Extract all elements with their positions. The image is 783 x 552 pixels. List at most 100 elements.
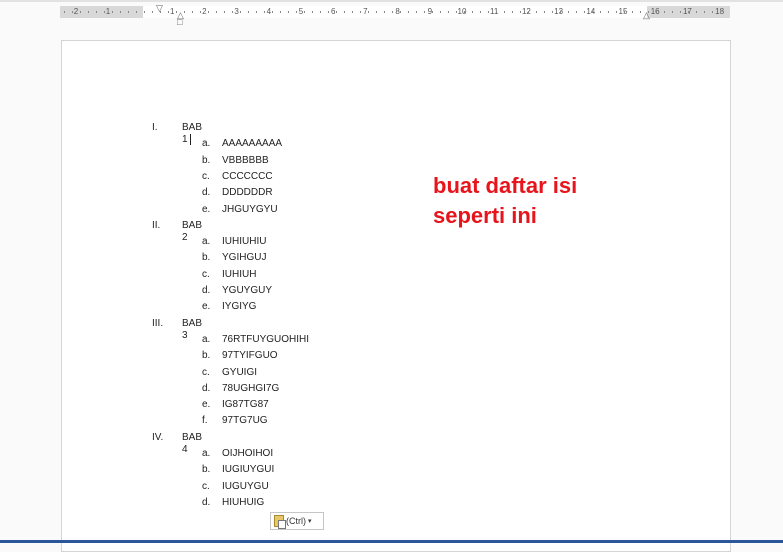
ruler-tick [648, 11, 649, 13]
ruler-number: 4 [266, 7, 272, 16]
ruler-tick [456, 11, 457, 13]
ruler-tick [112, 11, 113, 13]
ruler-tick [512, 11, 513, 13]
ruler-tick [432, 11, 433, 13]
item-letter: d. [202, 496, 211, 508]
ruler-number: 7 [363, 7, 368, 16]
ruler-tick [88, 11, 89, 13]
item-letter: b. [202, 154, 211, 166]
annotation-line-1: buat daftar isi [433, 173, 578, 198]
ruler-tick [96, 11, 97, 13]
ruler-number: 15 [618, 7, 628, 16]
item-text: 97TYIFGUO [222, 350, 278, 362]
ruler-tick [272, 11, 273, 13]
ruler-tick [528, 11, 529, 13]
item-text: CCCCCCC [222, 170, 273, 182]
item-text: YGUYGUY [222, 285, 273, 296]
ruler-tick [384, 11, 385, 13]
ruler-tick [368, 11, 369, 13]
ruler-tick [472, 11, 473, 13]
ruler-tick [712, 11, 713, 13]
ruler-tick [536, 11, 537, 13]
item-text: 76RTFUYGUOHIHI [222, 333, 310, 345]
ruler-number: 5 [298, 7, 304, 16]
ruler-tick [600, 11, 601, 13]
ruler-number: 14 [586, 7, 596, 16]
ruler-tick [336, 11, 337, 13]
ruler-tick [584, 11, 585, 13]
ruler-tick [248, 11, 249, 13]
ruler-tick [160, 11, 161, 13]
text-cursor [189, 134, 191, 145]
ruler-tick [304, 11, 305, 13]
item-text: OIJHOIHOI [222, 448, 274, 459]
heading-text: BAB 2 [182, 219, 203, 243]
ruler-number: 1 [105, 7, 111, 16]
item-letter: d. [202, 187, 211, 199]
ruler-tick [608, 11, 609, 13]
ruler-tick [464, 11, 465, 13]
ruler-tick [680, 11, 681, 13]
item-letter: f. [202, 415, 208, 427]
heading-text: BAB 4 [182, 431, 203, 455]
item-letter: a. [202, 236, 211, 248]
paste-options-button[interactable]: (Ctrl) ▾ [270, 512, 324, 530]
item-letter: c. [202, 268, 210, 280]
ruler-tick [624, 11, 625, 13]
ruler-number: 12 [521, 7, 531, 16]
ruler-tick [136, 11, 137, 13]
heading-text: BAB 1 [182, 122, 203, 146]
ruler-tick [280, 11, 281, 13]
ruler-tick [120, 11, 121, 13]
ruler-tick [296, 11, 297, 13]
ruler-tick [328, 11, 329, 13]
ruler-tick [640, 11, 641, 13]
ruler-tick [552, 11, 553, 13]
document-page[interactable] [61, 40, 731, 552]
item-letter: e. [202, 399, 211, 411]
ruler-number: 2 [73, 7, 79, 16]
ruler-tick [720, 11, 721, 13]
ruler-tick [480, 11, 481, 13]
ruler-number: 1 [169, 7, 175, 16]
item-letter: a. [202, 448, 211, 459]
roman-numeral: II. [152, 219, 161, 231]
ruler-tick [320, 11, 321, 13]
ruler-tick [400, 11, 401, 13]
ruler-tick [80, 11, 81, 13]
item-letter: b. [202, 350, 211, 362]
item-text: DDDDDDR [222, 187, 273, 199]
clipboard-icon [274, 515, 286, 529]
window-top-border [0, 0, 783, 2]
item-text: IG87TG87 [222, 399, 269, 411]
item-text: IUHIUH [222, 268, 257, 280]
left-indent-marker[interactable]: □ [177, 18, 182, 27]
item-letter: c. [202, 480, 210, 492]
item-letter: c. [202, 170, 210, 182]
ruler-tick [104, 11, 105, 13]
item-text: IYGIYG [222, 301, 257, 313]
heading-text: BAB 3 [182, 317, 203, 341]
roman-numeral: III. [152, 317, 164, 329]
ruler-tick [352, 11, 353, 13]
ruler-tick [496, 11, 497, 13]
ruler-tick [224, 11, 225, 13]
ruler-tick [264, 11, 265, 13]
ruler-tick [312, 11, 313, 13]
ruler-tick [440, 11, 441, 13]
item-letter: d. [202, 382, 211, 394]
ruler-tick [560, 11, 561, 13]
ruler-tick [488, 11, 489, 13]
ruler-number: 3 [234, 7, 239, 16]
ruler-tick [176, 11, 177, 13]
roman-numeral: IV. [152, 431, 164, 443]
item-letter: a. [202, 333, 211, 345]
item-letter: e. [202, 203, 211, 215]
item-text: GYUIGI [222, 366, 258, 378]
ruler-tick [72, 11, 73, 13]
horizontal-ruler[interactable]: ▽ △ □ △ 21123456789101112131415161718 [60, 4, 730, 27]
ruler-tick [696, 11, 697, 13]
item-letter: b. [202, 464, 211, 476]
ruler-tick [568, 11, 569, 13]
item-text: VBBBBBB [222, 154, 269, 166]
